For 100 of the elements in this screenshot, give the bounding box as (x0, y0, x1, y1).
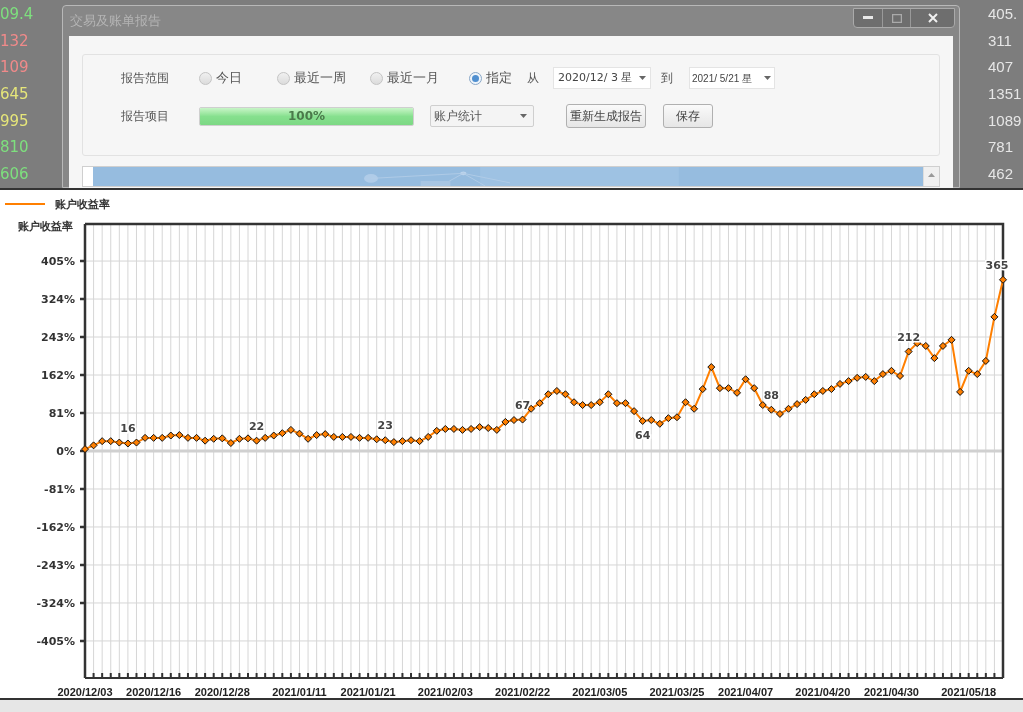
ticker-value: 606 (0, 164, 30, 186)
data-point (175, 431, 184, 440)
y-tick-label: -405% (36, 634, 75, 648)
y-tick-label: 324% (41, 293, 75, 307)
data-point (741, 375, 750, 384)
date-picker[interactable]: 2021/ 5/21 星 (689, 67, 775, 89)
data-point (981, 356, 990, 365)
data-point (501, 417, 510, 426)
x-tick-label: 2021/04/07 (718, 686, 774, 698)
ticker-value: 1089 (988, 110, 1022, 131)
data-point (432, 426, 441, 435)
data-point (775, 409, 784, 418)
date-picker[interactable]: 2020/12/ 3 星 (553, 67, 651, 89)
ticker-value: 995 (0, 110, 30, 132)
data-point (115, 438, 124, 447)
data-point (235, 434, 244, 443)
data-point (106, 437, 115, 446)
data-point (509, 416, 518, 425)
data-point (261, 433, 270, 442)
data-point (278, 429, 287, 438)
progress-text: 100% (286, 108, 327, 125)
data-point (149, 433, 158, 442)
data-point (295, 429, 304, 438)
x-tick-label: 2021/03/25 (649, 686, 705, 698)
data-point (492, 425, 501, 434)
data-point (312, 431, 321, 440)
ticker-value: 09.4 (0, 4, 34, 25)
y-tick-label: -81% (44, 483, 75, 496)
radio-label[interactable]: 最近一月 (387, 68, 439, 88)
data-point (346, 432, 355, 441)
data-point (956, 387, 965, 396)
y-tick-label: 81% (48, 407, 75, 420)
x-tick-label: 2021/04/30 (863, 686, 919, 698)
data-point (930, 354, 939, 363)
data-point (784, 404, 793, 413)
y-tick-label: 0% (56, 445, 75, 458)
dropdown[interactable]: 账户统计 (430, 105, 534, 127)
data-label: 23 (377, 419, 393, 433)
radio-label[interactable]: 今日 (216, 68, 242, 88)
radio-label[interactable]: 最近一周 (294, 68, 346, 88)
data-label: 64 (635, 429, 651, 442)
data-point (878, 370, 887, 379)
y-tick-label: -324% (36, 596, 75, 610)
x-tick-label: 2021/03/05 (572, 686, 628, 698)
radio-button[interactable] (370, 71, 383, 85)
data-point (827, 385, 836, 394)
caret-icon (639, 76, 646, 80)
data-point (415, 437, 424, 446)
data-point (733, 388, 742, 397)
data-point (123, 439, 132, 448)
legend-label: 账户收益率 (55, 198, 110, 211)
data-point (329, 432, 338, 441)
radio-button[interactable] (199, 71, 212, 85)
data-point (141, 433, 150, 442)
data-point (887, 366, 896, 375)
field-label: 报告范围 (121, 70, 170, 87)
data-point (424, 432, 433, 441)
radio-label[interactable]: 指定 (486, 68, 512, 88)
data-point (990, 312, 999, 321)
data-point (201, 436, 210, 445)
ticker-value: 311 (988, 30, 1012, 51)
regenerate-button[interactable]: 重新生成报告 (566, 104, 646, 128)
y-tick-label: 162% (41, 369, 75, 382)
data-point (381, 436, 390, 445)
ticker-value: 462 (988, 164, 1014, 185)
maximize-icon (891, 13, 902, 23)
caret-icon (520, 114, 527, 118)
data-point (252, 436, 261, 445)
radio-button[interactable] (469, 71, 482, 85)
data-label: 88 (763, 388, 779, 402)
data-point (398, 437, 407, 446)
data-point (853, 373, 862, 382)
data-point (621, 399, 630, 408)
data-point (750, 384, 759, 393)
data-point (758, 401, 767, 410)
data-point (793, 400, 802, 409)
data-point (304, 434, 313, 443)
field-label: 从 (527, 70, 540, 87)
data-point (226, 439, 235, 448)
data-point (587, 401, 596, 410)
save-button[interactable]: 保存 (663, 104, 713, 128)
ticker-value: 405. (988, 4, 1018, 24)
scrollbar[interactable] (923, 167, 939, 186)
data-point (449, 424, 458, 433)
ticker-value: 810 (0, 137, 30, 159)
data-point (861, 372, 870, 381)
data-point (690, 404, 699, 413)
x-tick-label: 2021/05/18 (941, 686, 997, 698)
data-point (364, 433, 373, 442)
data-point (630, 407, 639, 416)
data-point (338, 432, 347, 441)
scroll-up-icon (928, 173, 935, 177)
data-point (698, 385, 707, 394)
x-tick-label: 2021/02/03 (417, 686, 473, 698)
data-label: 67 (514, 398, 531, 412)
data-point (561, 390, 570, 399)
x-tick-label: 2020/12/03 (57, 686, 113, 698)
radio-button[interactable] (277, 71, 290, 85)
data-point (269, 431, 278, 440)
data-point (355, 433, 364, 442)
